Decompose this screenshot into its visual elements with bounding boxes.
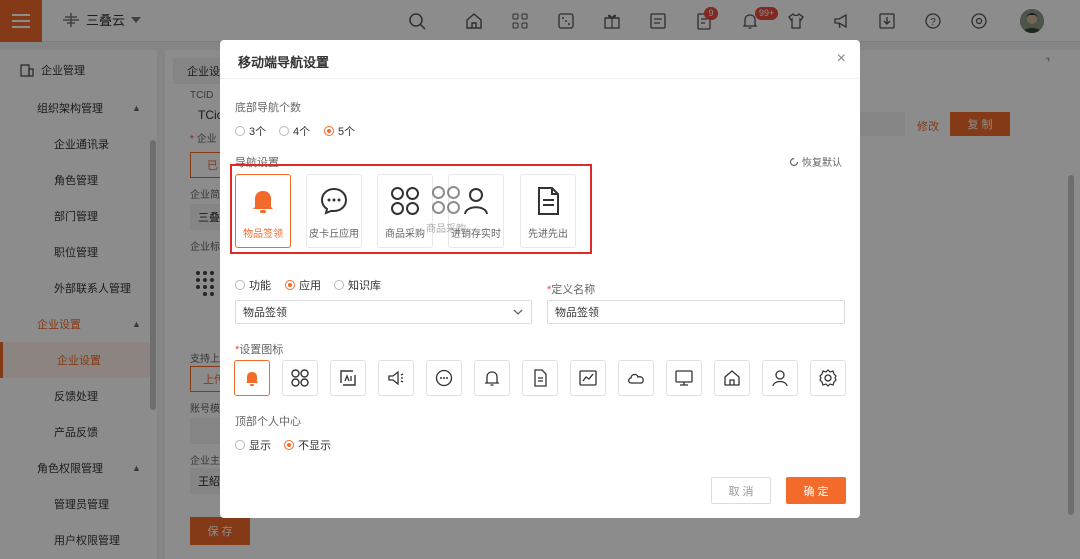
radio-circle xyxy=(235,440,245,450)
icon-option-chart-ai[interactable] xyxy=(330,360,366,396)
chart-ai-icon xyxy=(340,370,356,386)
radio-type-knowledge[interactable]: 知识库 xyxy=(334,277,381,293)
radio-circle xyxy=(324,126,334,136)
radio-type-app[interactable]: 应用 xyxy=(285,277,321,293)
radio-circle xyxy=(284,440,294,450)
icon-option-chat[interactable] xyxy=(426,360,462,396)
cloud-icon xyxy=(628,373,644,384)
radio-circle xyxy=(285,280,295,290)
restore-default-label: 恢复默认 xyxy=(802,158,842,169)
icon-option-megaphone[interactable] xyxy=(378,360,414,396)
icon-option-document[interactable] xyxy=(522,360,558,396)
icon-option-gear[interactable] xyxy=(810,360,846,396)
close-icon[interactable]: × xyxy=(837,50,846,68)
icon-option-apps[interactable] xyxy=(282,360,318,396)
set-icon-label: *设置图标 xyxy=(235,344,284,356)
radio-circle xyxy=(235,126,245,136)
icon-option-user[interactable] xyxy=(762,360,798,396)
chevron-down-icon xyxy=(513,309,523,315)
mobile-nav-settings-dialog: 移动端导航设置 × 底部导航个数 3个 4个 5个 导航设置 恢复默认 物品签领… xyxy=(220,40,860,518)
apps-icon xyxy=(291,369,309,387)
radio-label: 4个 xyxy=(293,126,311,138)
dialog-divider xyxy=(220,78,860,79)
radio-label: 显示 xyxy=(249,440,271,452)
highlight-annotation-box xyxy=(230,164,592,254)
icon-option-home[interactable] xyxy=(714,360,750,396)
radio-label: 3个 xyxy=(249,126,267,138)
radio-label: 5个 xyxy=(338,126,356,138)
bell-outline-icon xyxy=(484,371,500,386)
icon-option-cloud[interactable] xyxy=(618,360,654,396)
radio-count-4[interactable]: 4个 xyxy=(279,123,310,139)
custom-name-label: *定义名称 xyxy=(547,284,596,296)
document-icon xyxy=(534,369,547,387)
top-personal-center-label: 顶部个人中心 xyxy=(235,416,301,428)
radio-label: 不显示 xyxy=(298,440,331,452)
custom-name-input[interactable]: 物品签领 xyxy=(547,300,845,324)
user-icon xyxy=(772,370,788,387)
radio-circle xyxy=(235,280,245,290)
app-select-value: 物品签领 xyxy=(243,307,287,319)
refresh-icon xyxy=(789,157,799,166)
confirm-button[interactable]: 确 定 xyxy=(786,477,846,504)
radio-circle xyxy=(334,280,344,290)
monitor-icon xyxy=(675,370,693,386)
line-chart-icon xyxy=(579,370,597,386)
bottom-nav-count-label: 底部导航个数 xyxy=(235,102,301,114)
icon-option-monitor[interactable] xyxy=(666,360,702,396)
radio-label: 功能 xyxy=(249,280,271,292)
radio-type-function[interactable]: 功能 xyxy=(235,277,271,293)
chat-icon xyxy=(435,369,453,387)
gear-icon xyxy=(819,369,837,387)
cancel-button[interactable]: 取 消 xyxy=(711,477,771,504)
home-icon xyxy=(724,370,740,386)
icon-option-bell-outline[interactable] xyxy=(474,360,510,396)
radio-show[interactable]: 显示 xyxy=(235,437,271,453)
radio-circle xyxy=(279,126,289,136)
radio-count-5[interactable]: 5个 xyxy=(324,123,355,139)
restore-default-button[interactable]: 恢复默认 xyxy=(789,154,842,169)
megaphone-icon xyxy=(388,370,404,386)
app-select[interactable]: 物品签领 xyxy=(235,300,532,324)
icon-option-bell[interactable] xyxy=(234,360,270,396)
icon-option-line-chart[interactable] xyxy=(570,360,606,396)
dialog-title: 移动端导航设置 xyxy=(238,55,330,70)
radio-label: 知识库 xyxy=(348,280,381,292)
bell-icon xyxy=(246,372,258,386)
radio-label: 应用 xyxy=(299,280,321,292)
radio-count-3[interactable]: 3个 xyxy=(235,123,266,139)
radio-hide[interactable]: 不显示 xyxy=(284,437,331,453)
